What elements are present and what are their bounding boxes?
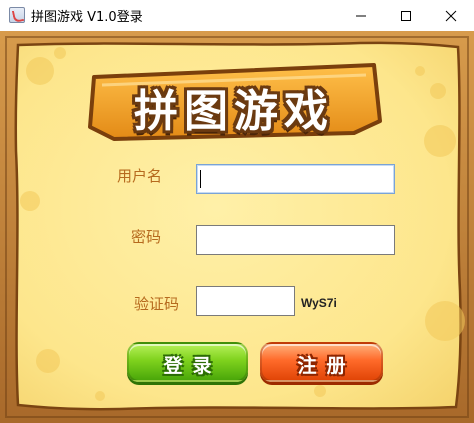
close-icon xyxy=(445,10,457,22)
game-board-background: 拼图游戏 用户名 密码 验证码 WyS7i 登录 注册 xyxy=(0,31,474,423)
logo-title: 拼图游戏 xyxy=(134,86,334,137)
game-logo: 拼图游戏 xyxy=(84,55,384,147)
register-button-label: 注册 xyxy=(297,355,356,377)
captcha-code[interactable]: WyS7i xyxy=(301,296,337,310)
login-button[interactable]: 登录 xyxy=(127,342,248,382)
password-field[interactable] xyxy=(196,225,395,255)
captcha-input[interactable] xyxy=(197,287,294,315)
username-input[interactable] xyxy=(197,165,394,193)
login-button-label: 登录 xyxy=(163,355,222,377)
password-label: 密码 xyxy=(131,228,162,246)
maximize-button[interactable] xyxy=(383,0,428,31)
register-button[interactable]: 注册 xyxy=(260,342,383,382)
captcha-field[interactable] xyxy=(196,286,295,316)
username-field[interactable] xyxy=(196,164,395,194)
window-title: 拼图游戏 V1.0登录 xyxy=(31,10,143,25)
username-label: 用户名 xyxy=(117,167,163,185)
captcha-label: 验证码 xyxy=(134,295,180,313)
minimize-icon xyxy=(356,15,366,17)
password-input[interactable] xyxy=(197,226,394,254)
maximize-icon xyxy=(401,11,411,21)
title-bar: 拼图游戏 V1.0登录 xyxy=(0,0,474,31)
java-app-icon xyxy=(9,7,25,23)
text-caret xyxy=(200,170,201,188)
login-window: 拼图游戏 V1.0登录 拼图游戏 用户名 密码 验证码 WyS7i 登录 注册 xyxy=(0,0,474,423)
close-button[interactable] xyxy=(428,0,473,31)
minimize-button[interactable] xyxy=(338,0,383,31)
